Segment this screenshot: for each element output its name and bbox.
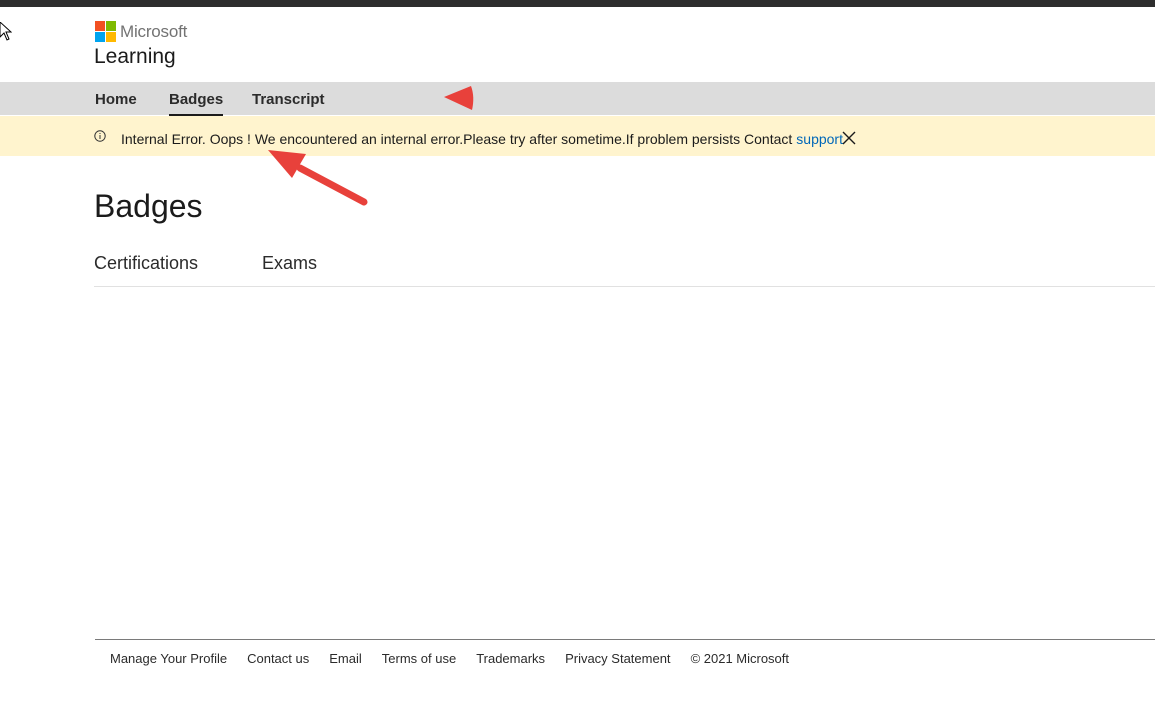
window-top-strip xyxy=(0,0,1155,7)
nav-tab-badges[interactable]: Badges xyxy=(169,82,224,117)
footer: Manage Your Profile Contact us Email Ter… xyxy=(110,651,809,666)
close-icon[interactable] xyxy=(842,131,856,145)
footer-link-manage-profile[interactable]: Manage Your Profile xyxy=(110,651,227,666)
subtab-certifications[interactable]: Certifications xyxy=(94,253,198,274)
nav-tab-home[interactable]: Home xyxy=(95,82,137,115)
nav-bar: Home Badges Transcript xyxy=(0,82,1155,117)
footer-link-contact-us[interactable]: Contact us xyxy=(247,651,309,666)
info-icon xyxy=(94,130,106,142)
microsoft-brand[interactable]: Microsoft xyxy=(95,21,187,42)
footer-link-privacy-statement[interactable]: Privacy Statement xyxy=(565,651,671,666)
subtab-divider xyxy=(94,286,1155,287)
logo-square-yellow xyxy=(106,32,116,42)
alert-message-text: Internal Error. Oops ! We encountered an… xyxy=(121,131,793,147)
support-link[interactable]: support xyxy=(796,131,843,147)
page-title: Badges xyxy=(94,188,203,224)
footer-link-terms-of-use[interactable]: Terms of use xyxy=(382,651,456,666)
footer-copyright: © 2021 Microsoft xyxy=(690,651,790,666)
annotation-arrow-small xyxy=(444,86,474,110)
annotation-arrow-large xyxy=(268,150,368,206)
mouse-cursor-icon xyxy=(0,22,12,41)
footer-link-email[interactable]: Email xyxy=(329,651,362,666)
alert-message: Internal Error. Oops ! We encountered an… xyxy=(121,131,843,147)
nav-tab-transcript[interactable]: Transcript xyxy=(252,82,325,115)
brand-name: Microsoft xyxy=(120,21,188,41)
site-title[interactable]: Learning xyxy=(94,45,176,69)
footer-link-trademarks[interactable]: Trademarks xyxy=(476,651,545,666)
logo-square-green xyxy=(106,21,116,31)
logo-square-red xyxy=(95,21,105,31)
logo-square-blue xyxy=(95,32,105,42)
footer-divider xyxy=(95,639,1155,640)
microsoft-logo-icon xyxy=(95,21,116,42)
subtab-exams[interactable]: Exams xyxy=(262,253,317,274)
